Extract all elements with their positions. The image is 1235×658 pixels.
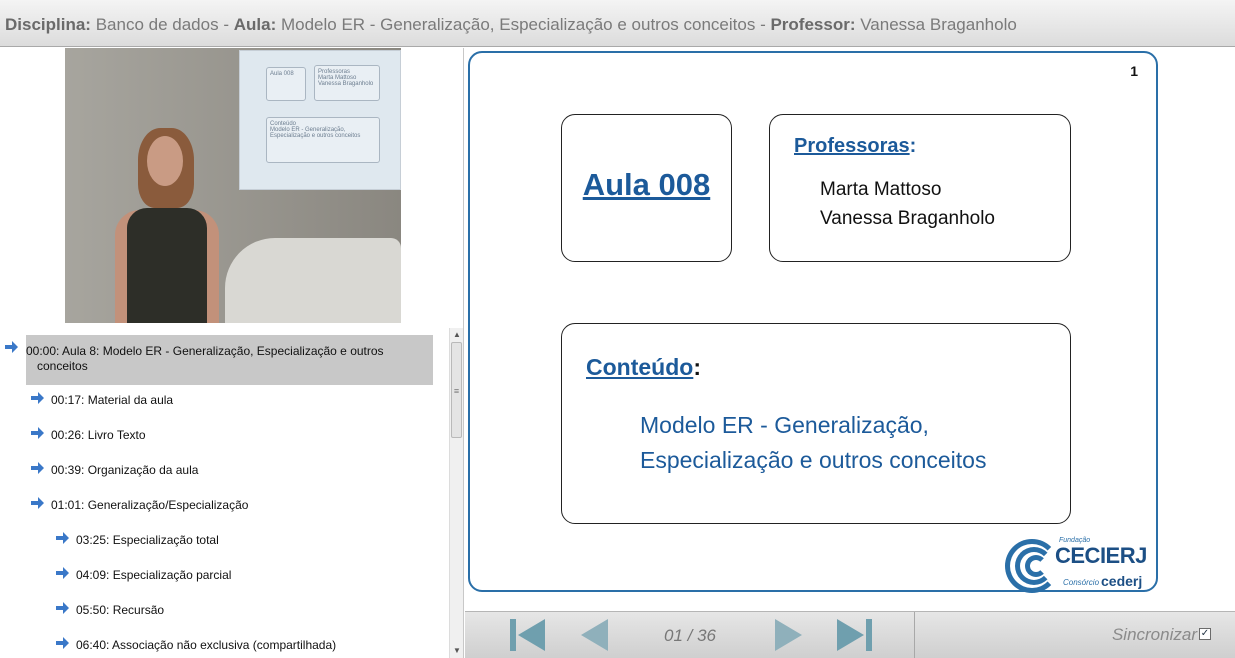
professoras-label: Professoras: <box>794 135 917 157</box>
next-slide-button[interactable] <box>771 618 811 652</box>
scroll-down-icon[interactable]: ▼ <box>450 644 464 658</box>
skip-last-icon <box>837 619 872 651</box>
arrow-right-icon <box>31 392 44 404</box>
arrow-right-icon <box>5 341 18 353</box>
projected-content-text: Modelo ER - Generalização, Especializaçã… <box>270 127 361 139</box>
arrow-right-icon <box>56 602 69 614</box>
next-icon <box>775 619 802 651</box>
monitor-shape <box>225 238 401 323</box>
aula-label: Aula: <box>233 15 277 34</box>
arrow-right-icon <box>56 637 69 649</box>
topic-item[interactable]: 04:09: Especialização parcial <box>56 567 231 583</box>
last-slide-button[interactable] <box>835 618 875 652</box>
topic-label: 05:50: Recursão <box>76 603 165 617</box>
topic-label: 00:17: Material da aula <box>51 393 174 407</box>
arrow-right-icon <box>31 462 44 474</box>
arrow-right-icon <box>56 567 69 579</box>
professora-name: Vanessa Braganholo <box>820 208 995 229</box>
previous-icon <box>581 619 608 651</box>
slide-area: 1 Aula 008 Professoras: Marta Mattoso Va… <box>465 48 1235 611</box>
aula-box: Aula 008 <box>561 114 732 262</box>
topic-label: 01:01: Generalização/Especialização <box>51 498 249 512</box>
previous-slide-button[interactable] <box>578 618 618 652</box>
topic-label: 06:40: Associação não exclusiva (compart… <box>76 638 337 652</box>
lecture-info: Disciplina: Banco de dados - Aula: Model… <box>5 15 1017 35</box>
topic-item[interactable]: 00:17: Material da aula <box>31 392 173 408</box>
separator: - <box>760 15 766 34</box>
page-indicator: 01 / 36 <box>664 626 716 645</box>
topic-label: 00:26: Livro Texto <box>51 428 146 442</box>
presenter <box>95 88 219 323</box>
projected-prof-box: Professoras Marta Mattoso Vanessa Bragan… <box>314 65 380 101</box>
sync-label: Sincronizar <box>1111 625 1197 644</box>
slide-number: 1 <box>1130 63 1138 79</box>
aula-title: Aula 008 <box>582 167 711 202</box>
disciplina-label: Disciplina: <box>5 15 91 34</box>
topic-item[interactable]: 00:26: Livro Texto <box>31 427 146 443</box>
conteudo-label: Conteúdo: <box>586 354 701 380</box>
title-bar: Disciplina: Banco de dados - Aula: Model… <box>0 0 1235 47</box>
projected-slide: Aula 008 Professoras Marta Mattoso Vanes… <box>239 50 401 190</box>
topic-label: 03:25: Especialização total <box>76 533 219 547</box>
topic-item[interactable]: 00:39: Organização da aula <box>31 462 198 478</box>
conteudo-text: Modelo ER - Generalização, Especializaçã… <box>640 408 986 478</box>
topic-label: 00:39: Organização da aula <box>51 463 199 477</box>
professora-name: Marta Mattoso <box>820 179 942 200</box>
arrow-right-icon <box>31 427 44 439</box>
conteudo-line: Especialização e outros conceitos <box>640 447 987 473</box>
professor-label: Professor: <box>770 15 856 34</box>
video-player[interactable]: Aula 008 Professoras Marta Mattoso Vanes… <box>65 48 401 323</box>
cecierj-logo: Fundação CECIERJ Consórcio cederj <box>1005 537 1153 595</box>
disciplina-value: Banco de dados <box>95 15 219 34</box>
topic-item[interactable]: 00:00: Aula 8: Modelo ER - Generalização… <box>5 335 433 385</box>
separator: - <box>223 15 229 34</box>
professor-value: Vanessa Braganholo <box>860 15 1017 34</box>
topic-item[interactable]: 06:40: Associação não exclusiva (compart… <box>56 637 336 653</box>
topic-item[interactable]: 01:01: Generalização/Especialização <box>31 497 248 513</box>
topic-label: 00:00: Aula 8: Modelo ER - Generalização… <box>26 344 384 358</box>
left-panel: Aula 008 Professoras Marta Mattoso Vanes… <box>0 48 464 658</box>
topic-label: 04:09: Especialização parcial <box>76 568 232 582</box>
conteudo-line: Modelo ER - Generalização, <box>640 412 929 438</box>
topic-list-scrollbar[interactable]: ▲ ≡ ▼ <box>449 328 463 658</box>
sync-checkbox[interactable]: ✓ <box>1199 628 1211 640</box>
professoras-box: Professoras: Marta Mattoso Vanessa Braga… <box>769 114 1071 262</box>
arrow-right-icon <box>56 532 69 544</box>
projected-content-box: Conteúdo Modelo ER - Generalização, Espe… <box>266 117 380 163</box>
skip-first-icon <box>510 619 545 651</box>
topic-item[interactable]: 05:50: Recursão <box>56 602 164 618</box>
scroll-up-icon[interactable]: ▲ <box>450 328 464 342</box>
topic-item[interactable]: 03:25: Especialização total <box>56 532 219 548</box>
topic-list: 00:00: Aula 8: Modelo ER - Generalização… <box>0 335 448 658</box>
topic-label-continued: conceitos <box>37 359 88 373</box>
scroll-thumb[interactable]: ≡ <box>451 342 462 438</box>
slide-navigation: 01 / 36 Sincronizar ✓ <box>465 611 1235 658</box>
conteudo-box: Conteúdo: Modelo ER - Generalização, Esp… <box>561 323 1071 524</box>
projected-aula-box: Aula 008 <box>266 67 306 101</box>
first-slide-button[interactable] <box>507 618 547 652</box>
nav-divider <box>914 612 915 658</box>
arrow-right-icon <box>31 497 44 509</box>
aula-value: Modelo ER - Generalização, Especializaçã… <box>280 15 756 34</box>
projected-prof-names: Marta Mattoso Vanessa Braganholo <box>318 75 374 87</box>
projected-aula-text: Aula 008 <box>270 71 294 77</box>
slide: 1 Aula 008 Professoras: Marta Mattoso Va… <box>468 51 1158 595</box>
